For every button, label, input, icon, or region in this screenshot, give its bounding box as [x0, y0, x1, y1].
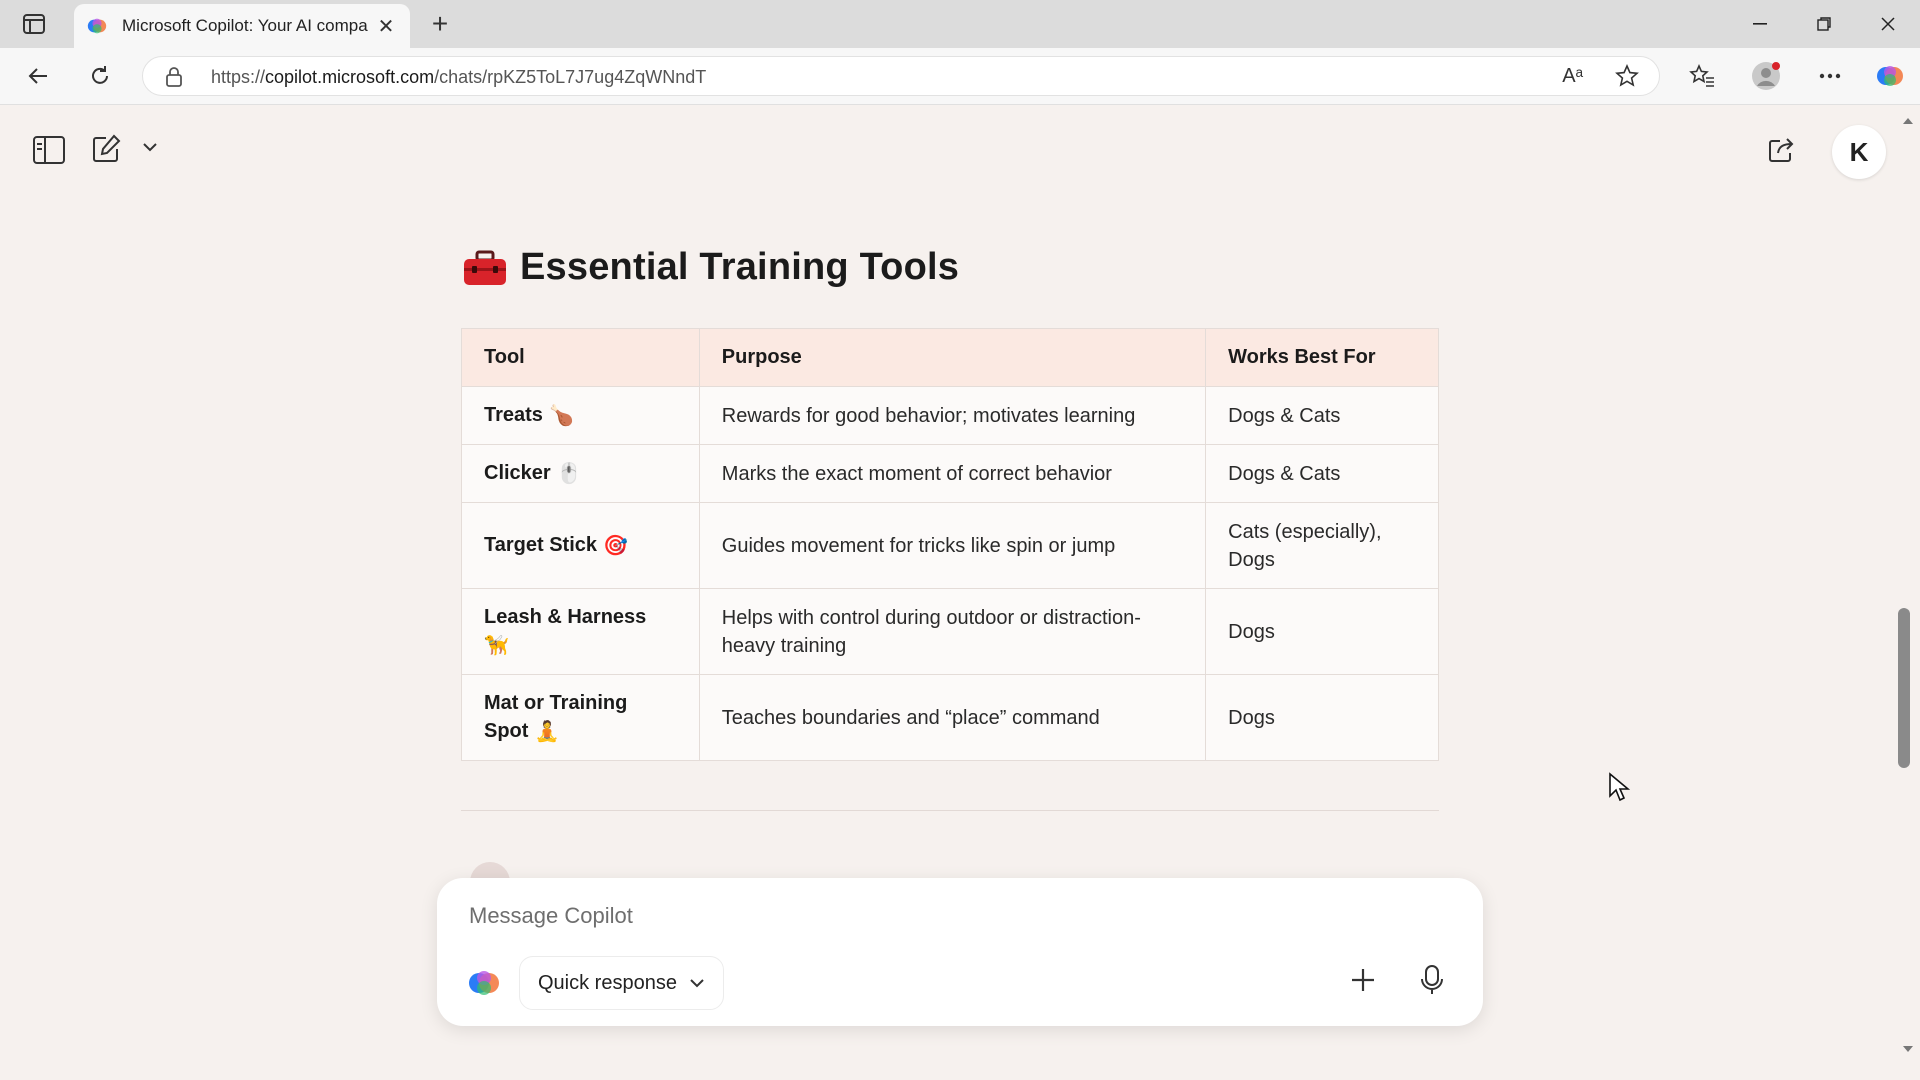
tool-cell: Treats 🍗	[461, 386, 700, 445]
page-title: Essential Training Tools	[520, 246, 960, 288]
tool-cell: Target Stick 🎯	[461, 502, 700, 589]
response-mode-dropdown[interactable]: Quick response	[519, 956, 724, 1010]
copilot-sidebar-icon[interactable]	[1872, 58, 1908, 94]
add-attachment-icon[interactable]	[1349, 966, 1377, 999]
best-for-cell: Dogs	[1205, 588, 1439, 675]
back-icon[interactable]	[20, 58, 56, 94]
more-options-icon[interactable]	[1812, 58, 1848, 94]
lock-icon[interactable]	[165, 66, 183, 88]
tool-name: Target Stick	[484, 534, 597, 557]
favorite-star-icon[interactable]	[1615, 64, 1639, 88]
service-dog-icon: 🦮	[484, 634, 509, 657]
chevron-down-icon	[690, 979, 704, 988]
tool-name: Treats	[484, 404, 543, 427]
url-path: /chats/rpKZ5ToL7J7ug4ZqWNndT	[434, 67, 707, 87]
table-row: Clicker 🖱️ Marks the exact moment of corr…	[461, 444, 1439, 503]
section-divider	[461, 810, 1439, 811]
copilot-logo-icon	[469, 971, 499, 995]
purpose-cell: Teaches boundaries and “place” command	[698, 674, 1207, 761]
best-for-cell: Dogs & Cats	[1205, 386, 1439, 445]
address-bar[interactable]: https://copilot.microsoft.com/chats/rpKZ…	[142, 56, 1660, 96]
purpose-cell: Rewards for good behavior; motivates lea…	[698, 386, 1207, 445]
response-mode-label: Quick response	[538, 971, 677, 994]
message-composer: Quick response	[437, 878, 1483, 1026]
browser-toolbar: https://copilot.microsoft.com/chats/rpKZ…	[0, 48, 1920, 105]
drumstick-icon: 🍗	[548, 404, 574, 427]
user-avatar[interactable]: K	[1832, 125, 1886, 179]
minimize-icon[interactable]	[1728, 0, 1792, 48]
scroll-down-icon[interactable]	[1902, 1045, 1914, 1053]
page-scrollbar[interactable]	[1896, 105, 1920, 1080]
best-for-cell: Dogs & Cats	[1205, 444, 1439, 503]
table-row: Treats 🍗 Rewards for good behavior; motiv…	[461, 386, 1439, 445]
toolbox-icon	[464, 250, 506, 285]
purpose-cell: Marks the exact moment of correct behavi…	[698, 444, 1207, 503]
tool-name: Leash & Harness	[484, 606, 647, 629]
table-row: Target Stick 🎯 Guides movement for tricks…	[461, 502, 1439, 589]
best-for-cell: Cats (especially), Dogs	[1205, 502, 1439, 589]
url-host: copilot.microsoft.com	[265, 67, 435, 87]
copilot-favicon-icon	[87, 18, 107, 34]
table-row: Leash & Harness 🦮 Helps with control duri…	[461, 588, 1439, 675]
table-row: Mat or Training Spot 🧘 Teaches boundaries…	[461, 674, 1439, 761]
section-heading: Essential Training Tools	[462, 246, 959, 289]
new-chat-icon[interactable]	[90, 133, 122, 170]
share-icon[interactable]	[1766, 135, 1796, 170]
meditation-icon: 🧘	[534, 720, 560, 743]
tool-cell: Leash & Harness 🦮	[461, 588, 700, 675]
new-tab-button[interactable]: +	[424, 8, 456, 40]
table-header-row: Tool Purpose Works Best For	[461, 328, 1439, 387]
tool-name: Clicker	[484, 462, 551, 485]
purpose-cell: Helps with control during outdoor or dis…	[698, 588, 1207, 675]
column-header-purpose: Purpose	[698, 328, 1207, 387]
refresh-icon[interactable]	[82, 58, 118, 94]
tool-cell: Mat or Training Spot 🧘	[461, 674, 700, 761]
profile-icon[interactable]	[1748, 58, 1784, 94]
column-header-works-best-for: Works Best For	[1205, 328, 1439, 387]
scrollbar-thumb[interactable]	[1898, 608, 1910, 768]
message-input[interactable]	[467, 902, 1371, 930]
chevron-down-icon[interactable]	[142, 139, 158, 157]
favorites-icon[interactable]	[1684, 58, 1720, 94]
purpose-cell: Guides movement for tricks like spin or …	[698, 502, 1207, 589]
window-controls	[1728, 0, 1920, 48]
browser-tab-strip: Microsoft Copilot: Your AI compa ✕ +	[0, 0, 1920, 48]
target-icon: 🎯	[603, 534, 628, 557]
column-header-tool: Tool	[461, 328, 700, 387]
window-close-icon[interactable]	[1856, 0, 1920, 48]
tab-actions-icon[interactable]	[14, 10, 54, 38]
url-text[interactable]: https://copilot.microsoft.com/chats/rpKZ…	[211, 67, 706, 88]
tab-close-icon[interactable]: ✕	[374, 14, 398, 39]
browser-tab-copilot[interactable]: Microsoft Copilot: Your AI compa ✕	[74, 4, 410, 48]
training-tools-table: Tool Purpose Works Best For Treats 🍗 Rewa…	[461, 328, 1439, 761]
scroll-up-icon[interactable]	[1902, 117, 1914, 125]
best-for-cell: Dogs	[1205, 674, 1439, 761]
restore-icon[interactable]	[1792, 0, 1856, 48]
url-scheme: https://	[211, 67, 266, 87]
tool-cell: Clicker 🖱️	[461, 444, 700, 503]
mouse-icon: 🖱️	[556, 462, 582, 485]
mouse-cursor-icon	[1609, 772, 1630, 802]
microphone-icon[interactable]	[1419, 964, 1445, 1001]
read-aloud-icon[interactable]: Aᵃ	[1562, 65, 1583, 88]
tab-title: Microsoft Copilot: Your AI compa	[122, 16, 368, 35]
sidebar-toggle-icon[interactable]	[32, 135, 66, 170]
